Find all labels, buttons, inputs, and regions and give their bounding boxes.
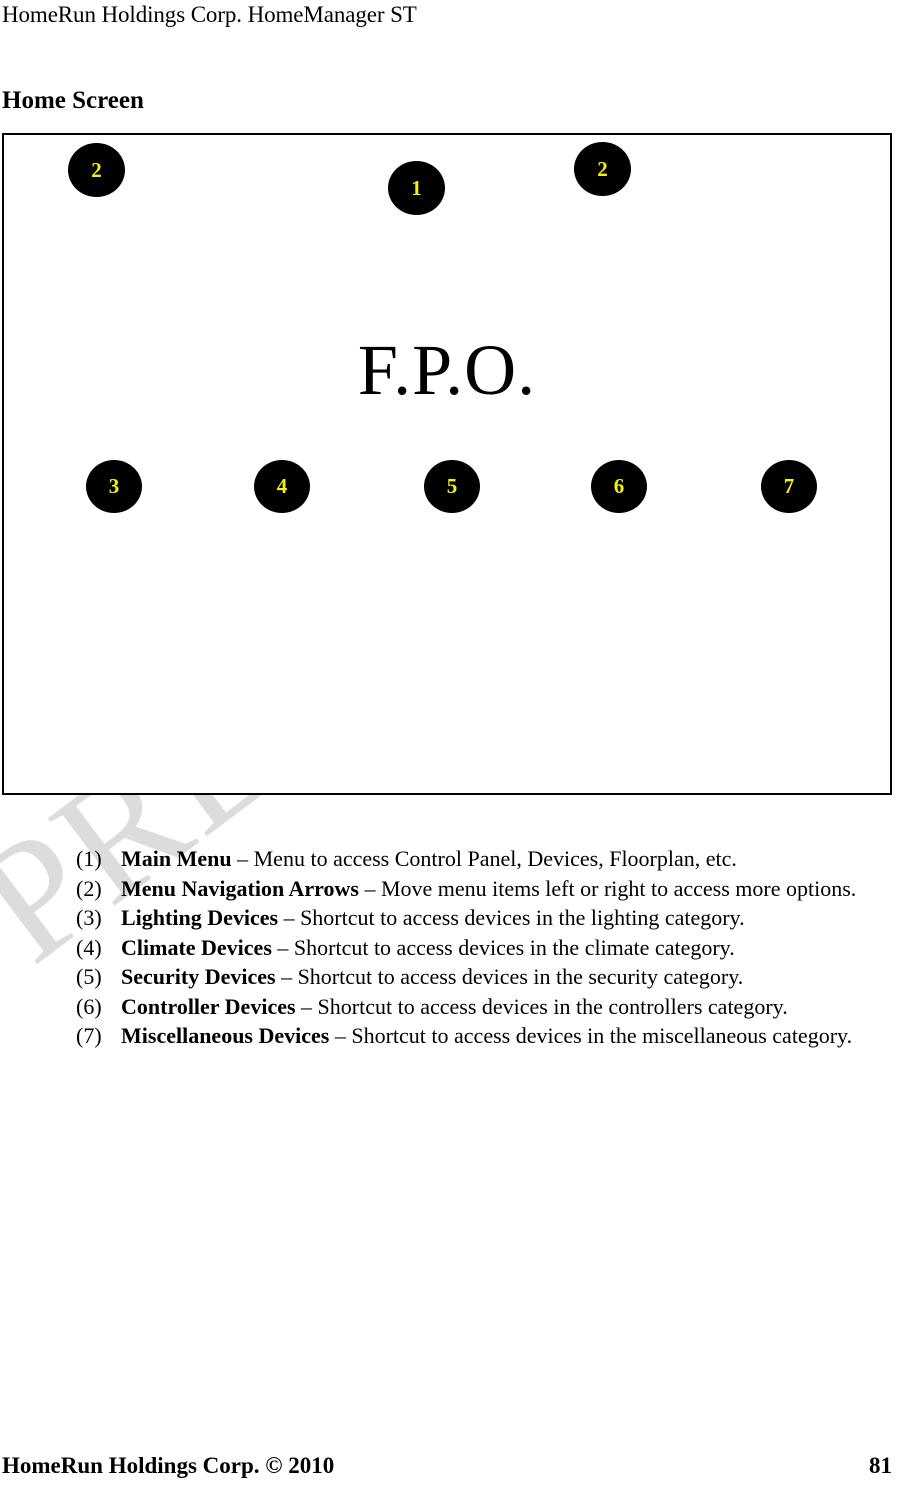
legend-item-term: Main Menu <box>121 846 232 871</box>
legend-item-term: Climate Devices <box>121 934 272 960</box>
legend-item: (4) Climate Devices – Shortcut to access … <box>76 933 900 963</box>
legend-item: (5) Security Devices – Shortcut to access… <box>76 962 900 992</box>
legend-item-index: (7) <box>76 1023 102 1048</box>
legend-item-term: Security Devices <box>121 964 276 989</box>
home-screen-figure: F.P.O. 2 1 2 3 4 5 6 7 <box>2 133 892 795</box>
legend-item: (6) Controller Devices – Shortcut to acce… <box>76 992 900 1022</box>
callout-marker-2: 2 <box>68 143 125 197</box>
legend-item-index: (5) <box>76 964 102 989</box>
footer-page-number: 81 <box>869 1453 892 1478</box>
legend-item: (3) Lighting Devices – Shortcut to access… <box>76 903 900 933</box>
legend-item-index: (6) <box>76 993 102 1019</box>
document-footer: HomeRun Holdings Corp. © 2010 81 <box>2 1452 892 1480</box>
legend-item-description: – Move menu items left or right to acces… <box>358 875 857 901</box>
legend-item-term: Miscellaneous Devices <box>121 1023 330 1048</box>
legend-item-term: Menu Navigation Arrows <box>121 875 359 901</box>
fpo-placeholder-label: F.P.O. <box>357 330 537 410</box>
callout-marker-6: 6 <box>591 460 647 513</box>
legend-item-description: – Menu to access Control Panel, Devices,… <box>231 846 737 871</box>
document-header-title: HomeRun Holdings Corp. HomeManager ST <box>2 2 417 27</box>
legend-item-description: – Shortcut to access devices in the ligh… <box>278 905 745 930</box>
legend-item-description: – Shortcut to access devices in the clim… <box>271 934 735 960</box>
legend-item-text: Menu Navigation Arrows – Move menu items… <box>121 874 900 904</box>
legend-item-index: (4) <box>76 934 102 960</box>
legend-item: (2) Menu Navigation Arrows – Move menu it… <box>76 874 900 904</box>
callout-marker-5: 5 <box>424 460 480 513</box>
legend-item-index: (3) <box>76 905 102 930</box>
callout-marker-2: 2 <box>574 142 631 196</box>
callout-marker-1: 1 <box>388 161 445 215</box>
legend-item-description: – Shortcut to access devices in the cont… <box>295 993 788 1019</box>
legend-item-term: Controller Devices <box>121 993 296 1019</box>
callout-marker-3: 3 <box>86 460 142 513</box>
legend-item-text: Controller Devices – Shortcut to access … <box>121 992 900 1022</box>
figure-legend-list: (1) Main Menu – Menu to access Control Pa… <box>36 844 900 1051</box>
page-title: Home Screen <box>2 86 144 114</box>
legend-item-index: (2) <box>76 875 102 901</box>
legend-item-text: Lighting Devices – Shortcut to access de… <box>121 903 900 933</box>
legend-item: (1) Main Menu – Menu to access Control Pa… <box>76 844 900 874</box>
legend-item: (7) Miscellaneous Devices – Shortcut to a… <box>76 1021 900 1051</box>
legend-item-index: (1) <box>76 846 102 871</box>
legend-item-description: – Shortcut to access devices in the secu… <box>275 964 744 989</box>
legend-item-text: Climate Devices – Shortcut to access dev… <box>121 933 900 963</box>
legend-item-text: Miscellaneous Devices – Shortcut to acce… <box>121 1021 900 1051</box>
legend-item-text: Security Devices – Shortcut to access de… <box>121 962 900 992</box>
callout-marker-7: 7 <box>761 460 817 513</box>
legend-item-text: Main Menu – Menu to access Control Panel… <box>121 844 900 874</box>
legend-item-description: – Shortcut to access devices in the misc… <box>329 1023 853 1048</box>
callout-marker-4: 4 <box>254 460 310 513</box>
footer-copyright: HomeRun Holdings Corp. © 2010 <box>2 1453 335 1478</box>
legend-item-term: Lighting Devices <box>121 905 279 930</box>
